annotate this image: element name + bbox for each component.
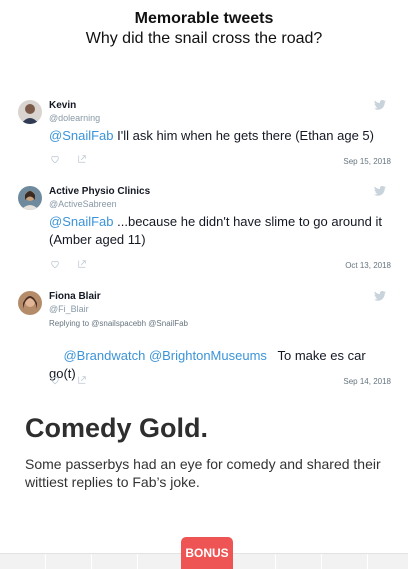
avatar[interactable] [18,100,42,124]
tweet-card[interactable]: Active Physio Clinics @ActiveSabreen @Sn… [18,186,392,276]
twitter-bird-icon[interactable] [374,186,386,196]
mention-link[interactable]: @SnailFab [49,128,114,143]
page-header: Memorable tweets Why did the snail cross… [0,9,408,49]
tweet-date[interactable]: Oct 13, 2018 [345,261,391,271]
tweet-date[interactable]: Sep 15, 2018 [343,157,391,167]
tweet-author-handle[interactable]: @ActiveSabreen [49,199,117,210]
section-heading: Comedy Gold. [25,413,209,443]
tweet-text: @SnailFab ...because he didn't have slim… [49,214,382,247]
nav-divider [137,554,138,569]
like-heart-icon[interactable] [50,259,60,269]
tweet-actions [50,259,100,271]
like-heart-icon[interactable] [50,375,60,385]
share-icon[interactable] [77,154,87,164]
replying-to[interactable]: Replying to @snailspacebh @SnailFab [49,319,188,329]
mention-link[interactable]: @Brandwatch [63,348,145,363]
nav-divider [275,554,276,569]
twitter-bird-icon[interactable] [374,100,386,110]
tweet-author-name[interactable]: Kevin [49,100,76,112]
nav-divider [45,554,46,569]
tweet-author-handle[interactable]: @Fi_Blair [49,304,89,315]
page-title: Memorable tweets [134,10,274,27]
mention-link[interactable]: @BrightonMuseums [149,348,267,363]
tweet-author-handle[interactable]: @dolearning [49,113,100,124]
tweet-card[interactable]: Kevin @dolearning @SnailFab I'll ask him… [18,100,392,170]
tweet-author-name[interactable]: Fiona Blair [49,291,101,303]
nav-divider [91,554,92,569]
tweet-actions [50,154,100,166]
tweet-actions [50,375,100,387]
like-heart-icon[interactable] [50,154,60,164]
nav-divider [321,554,322,569]
tweet-author-name[interactable]: Active Physio Clinics [49,186,150,198]
mention-link[interactable]: @SnailFab [49,214,114,229]
tweet-text: @SnailFab I'll ask him when he gets ther… [49,128,374,143]
page-subtitle: Why did the snail cross the road? [85,30,323,47]
twitter-bird-icon[interactable] [374,291,386,301]
tweet-card[interactable]: Fiona Blair @Fi_Blair Replying to @snail… [18,291,392,391]
share-icon[interactable] [77,259,87,269]
share-icon[interactable] [77,375,87,385]
nav-divider [367,554,368,569]
avatar[interactable] [18,291,42,315]
bonus-tab[interactable]: BONUS [181,537,233,569]
section-description: Some passerbys had an eye for comedy and… [25,456,381,490]
tweet-date[interactable]: Sep 14, 2018 [343,377,391,387]
tweet-text: @Brandwatch @BrightonMuseums To make es … [49,348,370,381]
avatar[interactable] [18,186,42,210]
